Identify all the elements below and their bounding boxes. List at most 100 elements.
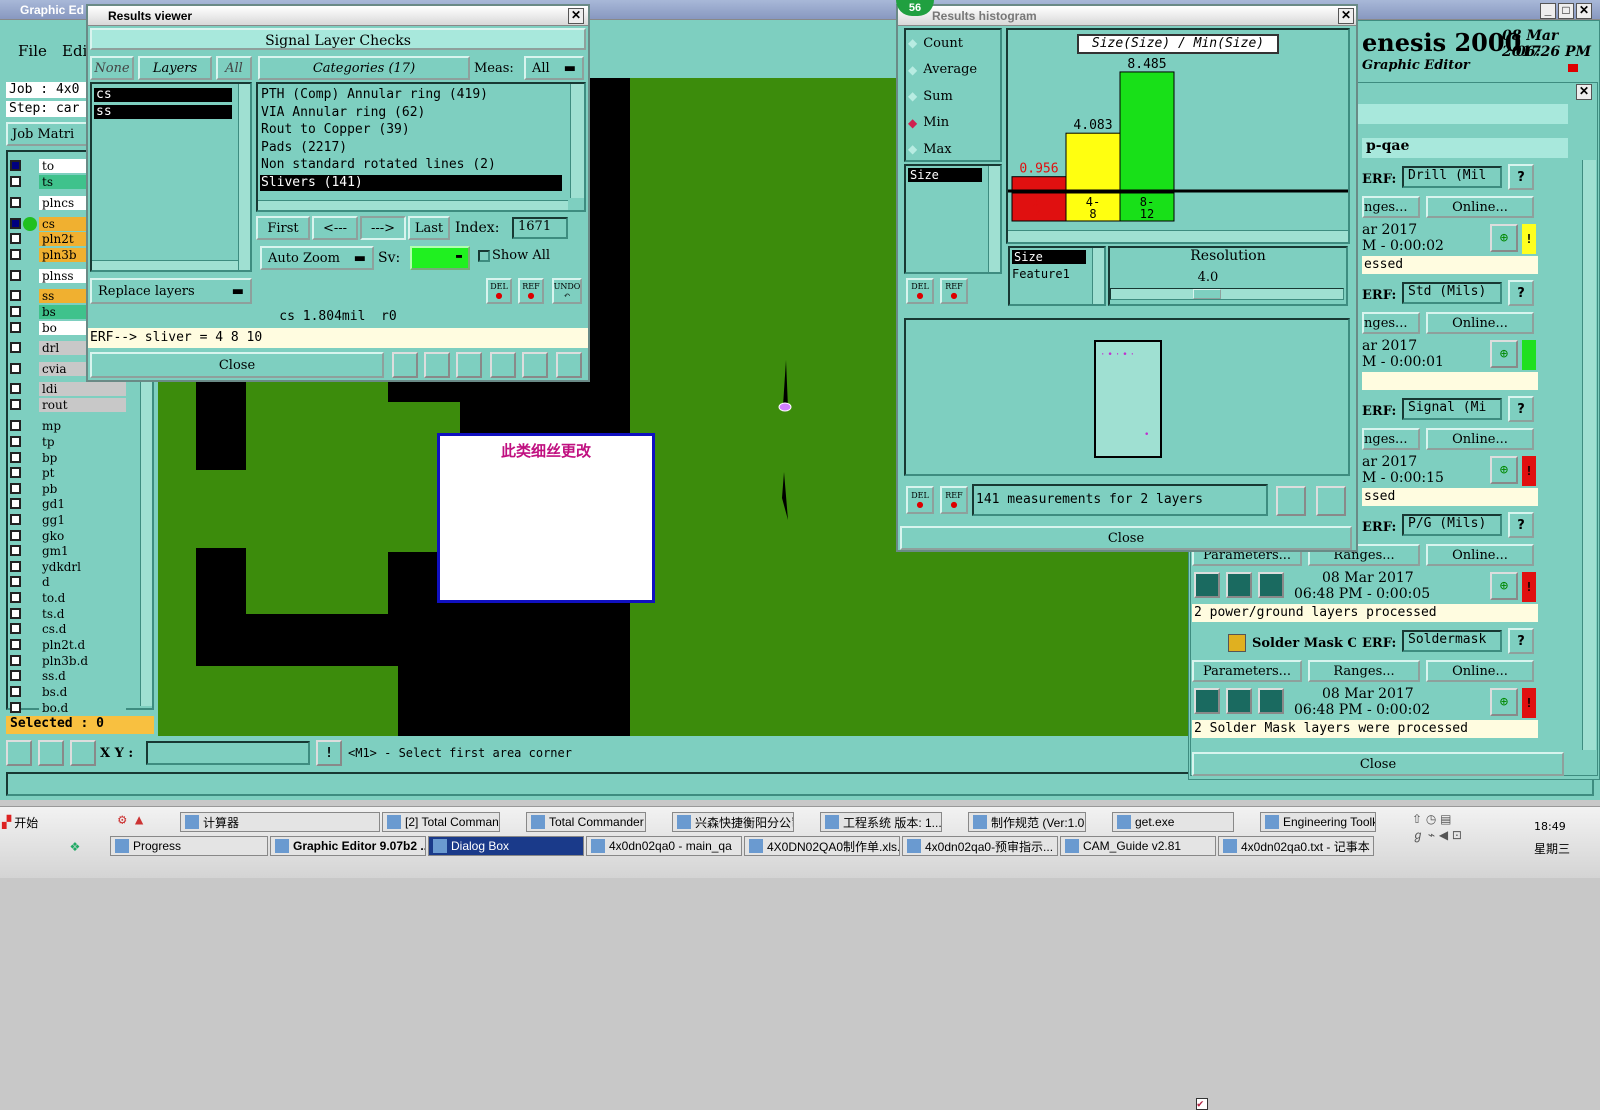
- radio-icon[interactable]: ◆: [908, 36, 917, 50]
- taskbar-button[interactable]: Graphic Editor 9.07b2 ...: [270, 836, 426, 856]
- meas-select[interactable]: All ▬: [524, 56, 584, 80]
- help-button[interactable]: ?: [1508, 164, 1534, 190]
- xy-input[interactable]: [146, 741, 310, 765]
- layer-checkbox[interactable]: [10, 399, 21, 410]
- categories-button[interactable]: Categories (17): [258, 56, 470, 80]
- next-button[interactable]: --->: [360, 216, 406, 240]
- layer-checkbox[interactable]: [10, 290, 21, 301]
- layer-checkbox[interactable]: [10, 160, 21, 171]
- layer-checkbox[interactable]: [10, 576, 21, 587]
- taskbar-button[interactable]: Total Commander 7.0 ...: [526, 812, 646, 832]
- quick-launch-icons[interactable]: ⚙ ▲: [118, 812, 178, 832]
- layer-row[interactable]: rout: [10, 397, 126, 412]
- layer-row[interactable]: to.d: [10, 590, 126, 605]
- run-icon[interactable]: [1194, 688, 1220, 714]
- layer-row[interactable]: pln2t.d: [10, 637, 126, 652]
- layer-row[interactable]: ss.d: [10, 668, 126, 683]
- taskbar-button[interactable]: CAM_Guide v2.81: [1060, 836, 1216, 856]
- layer-row[interactable]: bs.d: [10, 684, 126, 699]
- histogram-bar[interactable]: [1011, 176, 1067, 191]
- layers-all-button[interactable]: All: [216, 56, 252, 80]
- layer-checkbox[interactable]: [10, 639, 21, 650]
- alert-icon[interactable]: !: [316, 740, 342, 766]
- hist-del-button[interactable]: DEL ●: [906, 278, 934, 304]
- aggregate-option[interactable]: ◆ Average: [908, 61, 977, 79]
- analysis-close-icon[interactable]: ✕: [1576, 84, 1592, 100]
- layer-checkbox[interactable]: [10, 218, 21, 229]
- radio-icon[interactable]: ◆: [908, 116, 917, 130]
- layer-result-item[interactable]: ss: [94, 105, 232, 119]
- layer-name[interactable]: bo.d: [39, 700, 126, 715]
- window-close-icon[interactable]: ✕: [1576, 3, 1592, 19]
- layer-row[interactable]: cs.d: [10, 621, 126, 636]
- lower-attr-item[interactable]: Feature1: [1012, 267, 1070, 281]
- histogram-hscroll[interactable]: [1008, 230, 1348, 242]
- erf-select[interactable]: Signal (Mi: [1402, 398, 1502, 420]
- attr-list[interactable]: Size: [904, 164, 1002, 274]
- ranges-button[interactable]: nges...: [1362, 428, 1420, 450]
- ranges-button[interactable]: nges...: [1362, 196, 1420, 218]
- results-close-button[interactable]: Close: [90, 352, 384, 378]
- histogram-tool-icon[interactable]: [392, 352, 418, 378]
- online-button[interactable]: Online...: [1426, 312, 1534, 334]
- zoom-fit-icon[interactable]: [6, 740, 32, 766]
- layer-name[interactable]: gm1: [39, 543, 126, 558]
- layer-checkbox[interactable]: [10, 322, 21, 333]
- resolution-slider-thumb[interactable]: [1193, 289, 1221, 299]
- layer-name[interactable]: bs.d: [39, 684, 126, 699]
- report-tool-icon[interactable]: [424, 352, 450, 378]
- lower-attr-list[interactable]: Size Feature1: [1008, 246, 1106, 306]
- layer-checkbox[interactable]: [10, 545, 21, 556]
- layer-row[interactable]: ydkdrl: [10, 559, 126, 574]
- online-button[interactable]: Online...: [1426, 544, 1534, 566]
- layer-name[interactable]: mp: [39, 418, 126, 433]
- layer-name[interactable]: d: [39, 574, 126, 589]
- import-histogram-icon[interactable]: [1316, 486, 1346, 516]
- check-enabled-checkbox[interactable]: ✔: [1196, 1098, 1208, 1110]
- taskbar-button[interactable]: Progress: [110, 836, 268, 856]
- measure-icon[interactable]: [38, 740, 64, 766]
- layer-row[interactable]: mp: [10, 418, 126, 433]
- zoom-result-icon[interactable]: ⊕: [1490, 688, 1518, 716]
- ranges-button[interactable]: Ranges...: [1308, 660, 1420, 682]
- layer-checkbox[interactable]: [10, 363, 21, 374]
- layer-name[interactable]: gko: [39, 528, 126, 543]
- prev-button[interactable]: <---: [312, 216, 358, 240]
- taskbar-button[interactable]: Engineering Toolkit 9....: [1260, 812, 1376, 832]
- export-tool-icon[interactable]: [490, 352, 516, 378]
- layer-name[interactable]: pln3b.d: [39, 653, 126, 668]
- lower-attr-item[interactable]: Size: [1012, 250, 1086, 264]
- taskbar-button[interactable]: 4x0dn02qa0.txt - 记事本: [1218, 836, 1374, 856]
- aggregate-option[interactable]: ◆ Count: [908, 34, 963, 52]
- auto-zoom-select[interactable]: Auto Zoom ▬: [260, 246, 374, 270]
- category-item[interactable]: PTH (Comp) Annular ring (419): [260, 87, 562, 103]
- layer-row[interactable]: bo.d: [10, 700, 126, 715]
- layer-name[interactable]: tp: [39, 434, 126, 449]
- del-button[interactable]: DEL ●: [486, 278, 512, 304]
- ref-button[interactable]: REF ●: [518, 278, 544, 304]
- layer-result-item[interactable]: cs: [94, 88, 232, 102]
- ranges-button[interactable]: nges...: [1362, 312, 1420, 334]
- job-matrix-button[interactable]: Job Matri: [6, 122, 92, 146]
- resolution-slider[interactable]: [1110, 288, 1344, 300]
- stop-icon[interactable]: [1258, 572, 1284, 598]
- taskbar-button[interactable]: 4X0DN02QA0制作单.xls...: [744, 836, 900, 856]
- layer-name[interactable]: to.d: [39, 590, 126, 605]
- layer-checkbox[interactable]: [10, 702, 21, 713]
- zoom-result-icon[interactable]: ⊕: [1490, 340, 1518, 368]
- attr-item[interactable]: Size: [908, 168, 982, 182]
- layer-checkbox[interactable]: [10, 233, 21, 244]
- help-button[interactable]: ?: [1508, 628, 1534, 654]
- export-histogram-icon[interactable]: [1276, 486, 1306, 516]
- layer-checkbox[interactable]: [10, 686, 21, 697]
- layer-row[interactable]: pt: [10, 465, 126, 480]
- taskbar-button[interactable]: 4x0dn02qa0 - main_qa: [586, 836, 742, 856]
- layer-checkbox[interactable]: [10, 249, 21, 260]
- attr-list-scroll[interactable]: [988, 166, 1000, 272]
- layer-row[interactable]: gd1: [10, 496, 126, 511]
- layer-row[interactable]: gg1: [10, 512, 126, 527]
- show-all-checkbox[interactable]: [478, 250, 490, 262]
- online-button[interactable]: Online...: [1426, 196, 1534, 218]
- hist-ref-button[interactable]: REF ●: [940, 278, 968, 304]
- first-button[interactable]: First: [256, 216, 310, 240]
